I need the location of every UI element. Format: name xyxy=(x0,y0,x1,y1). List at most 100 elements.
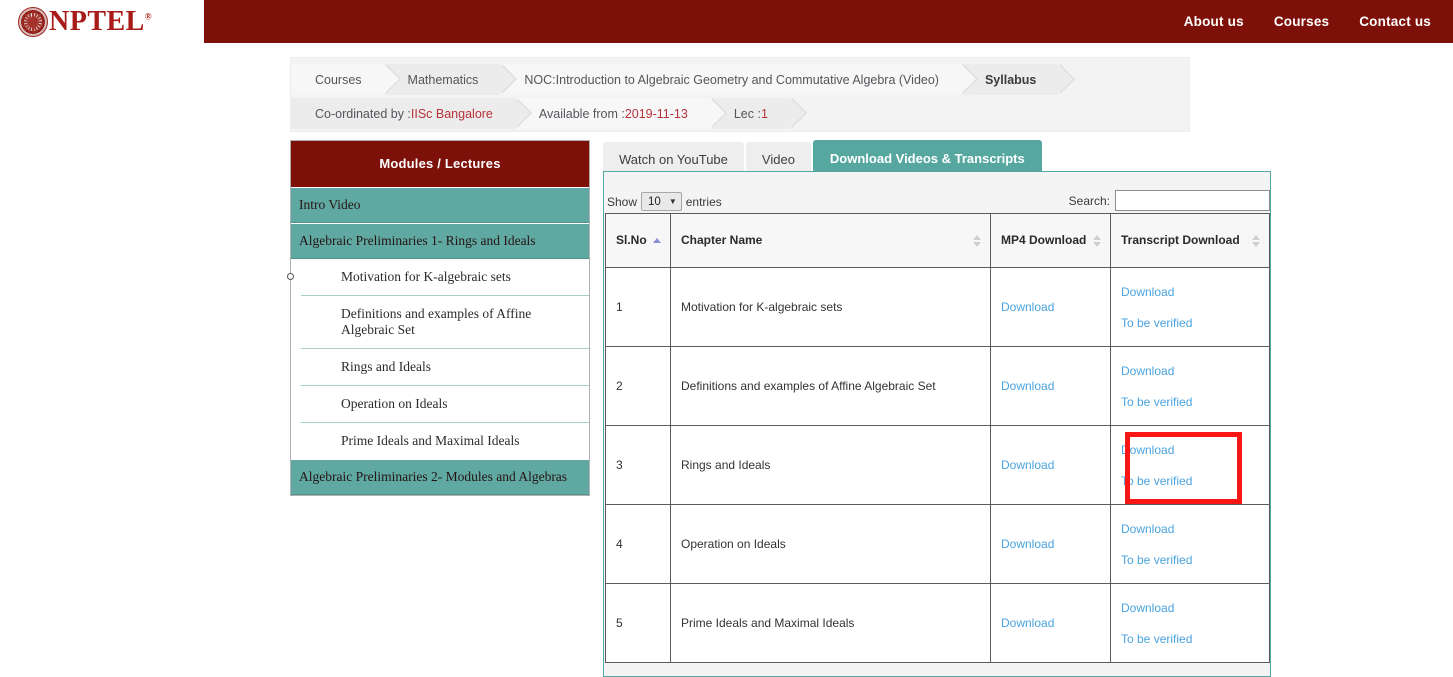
table-body: 1 Motivation for K-algebraic sets Downlo… xyxy=(605,267,1270,663)
logo-wordmark: NPTEL® xyxy=(49,5,153,37)
cell-transcript-download: Download To be verified xyxy=(1110,504,1270,584)
sidebar-lecture-motivation-for-k-algebraic-sets[interactable]: Motivation for K-algebraic sets xyxy=(287,259,589,296)
page-length-value: 10 xyxy=(648,195,661,208)
datatable-controls: Show 10 ▼ entries Search: xyxy=(604,172,1270,213)
sidebar-lecture-prime-ideals-maximal-ideals[interactable]: Prime Ideals and Maximal Ideals xyxy=(301,423,589,459)
sort-none-icon xyxy=(1252,234,1261,248)
sidebar-lecture-rings-and-ideals[interactable]: Rings and Ideals xyxy=(301,349,589,386)
sort-none-icon xyxy=(1093,234,1102,248)
breadcrumb-item-course-title[interactable]: NOC:Introduction to Algebraic Geometry a… xyxy=(500,64,978,95)
column-header-transcript-download-label: Transcript Download xyxy=(1121,233,1240,247)
nav-link-contact-us[interactable]: Contact us xyxy=(1359,14,1431,29)
transcript-download-link[interactable]: Download xyxy=(1121,443,1259,457)
downloads-panel: Show 10 ▼ entries Search: Sl.No Chapter … xyxy=(603,171,1271,677)
column-header-sl-no[interactable]: Sl.No xyxy=(605,213,671,268)
table-row: 1 Motivation for K-algebraic sets Downlo… xyxy=(605,267,1270,347)
sort-none-icon xyxy=(973,234,982,248)
coordinator-label: Co-ordinated by : xyxy=(315,106,411,121)
breadcrumb-item-mathematics[interactable]: Mathematics xyxy=(383,64,518,95)
cell-sl-no: 1 xyxy=(605,267,671,347)
transcript-download-link[interactable]: Download xyxy=(1121,601,1259,615)
show-label: Show xyxy=(607,194,638,209)
transcript-download-link[interactable]: Download xyxy=(1121,522,1259,536)
page-length-select[interactable]: 10 ▼ xyxy=(641,192,682,211)
breadcrumb-item-courses[interactable]: Courses xyxy=(291,64,401,95)
cell-sl-no: 4 xyxy=(605,504,671,584)
sort-ascending-icon xyxy=(653,234,662,248)
nav-link-about-us[interactable]: About us xyxy=(1184,14,1244,29)
table-header-row: Sl.No Chapter Name MP4 Download Transcri… xyxy=(605,213,1270,268)
entries-label: entries xyxy=(685,194,722,209)
transcript-status-link[interactable]: To be verified xyxy=(1121,553,1259,567)
table-row: 3 Rings and Ideals Download Download To … xyxy=(605,425,1270,505)
cell-chapter-name: Motivation for K-algebraic sets xyxy=(670,267,991,347)
page-length-control: Show 10 ▼ entries xyxy=(607,192,722,211)
column-header-sl-no-label: Sl.No xyxy=(616,233,647,247)
nptel-emblem-icon xyxy=(18,6,48,37)
available-from-label: Available from : xyxy=(538,106,625,121)
search-control: Search: xyxy=(1069,190,1270,211)
transcript-status-link[interactable]: To be verified xyxy=(1121,474,1259,488)
transcript-status-link[interactable]: To be verified xyxy=(1121,395,1259,409)
top-navigation: About us Courses Contact us xyxy=(1184,0,1431,43)
cell-sl-no: 3 xyxy=(605,425,671,505)
sidebar-lecture-definitions-affine-algebraic-set[interactable]: Definitions and examples of Affine Algeb… xyxy=(301,296,589,349)
transcript-download-link[interactable]: Download xyxy=(1121,285,1259,299)
breadcrumb: Courses Mathematics NOC:Introduction to … xyxy=(290,57,1190,132)
breadcrumb-item-coordinator: Co-ordinated by : IISc Bangalore xyxy=(291,98,532,129)
available-from-value: 2019-11-13 xyxy=(624,106,688,121)
site-header: NPTEL® About us Courses Contact us xyxy=(0,0,1453,43)
search-input[interactable] xyxy=(1115,190,1270,211)
mp4-download-link[interactable]: Download xyxy=(1001,616,1100,630)
sidebar-lecture-operation-on-ideals[interactable]: Operation on Ideals xyxy=(301,386,589,423)
sidebar-title: Modules / Lectures xyxy=(291,141,589,187)
modules-sidebar: Modules / Lectures Intro Video Algebraic… xyxy=(287,140,590,496)
downloads-table: Sl.No Chapter Name MP4 Download Transcri… xyxy=(605,213,1270,663)
column-header-chapter-name[interactable]: Chapter Name xyxy=(670,213,991,268)
cell-mp4-download: Download xyxy=(990,504,1111,584)
lecture-value: 1 xyxy=(760,106,768,121)
trademark-symbol: ® xyxy=(144,11,153,22)
lecture-label: Lec : xyxy=(733,106,761,121)
cell-chapter-name: Prime Ideals and Maximal Ideals xyxy=(670,583,991,663)
column-header-mp4-download-label: MP4 Download xyxy=(1001,233,1087,247)
breadcrumb-row-secondary: Co-ordinated by : IISc Bangalore Availab… xyxy=(291,98,807,129)
cell-transcript-download: Download To be verified xyxy=(1110,267,1270,347)
transcript-status-link[interactable]: To be verified xyxy=(1121,632,1259,646)
nav-link-courses[interactable]: Courses xyxy=(1274,14,1329,29)
table-row: 2 Definitions and examples of Affine Alg… xyxy=(605,346,1270,426)
cell-sl-no: 5 xyxy=(605,583,671,663)
breadcrumb-row-primary: Courses Mathematics NOC:Introduction to … xyxy=(291,64,1076,95)
cell-mp4-download: Download xyxy=(990,346,1111,426)
cell-mp4-download: Download xyxy=(990,583,1111,663)
column-header-transcript-download[interactable]: Transcript Download xyxy=(1110,213,1270,268)
chevron-down-icon: ▼ xyxy=(668,197,677,206)
sidebar-module-algebraic-preliminaries-1[interactable]: Algebraic Preliminaries 1- Rings and Ide… xyxy=(291,223,589,259)
coordinator-value: IISc Bangalore xyxy=(410,106,493,121)
mp4-download-link[interactable]: Download xyxy=(1001,379,1100,393)
breadcrumb-item-available-from: Available from : 2019-11-13 xyxy=(514,98,727,129)
cell-chapter-name: Operation on Ideals xyxy=(670,504,991,584)
cell-transcript-download-highlighted: Download To be verified xyxy=(1110,425,1270,505)
table-head: Sl.No Chapter Name MP4 Download Transcri… xyxy=(605,213,1270,268)
search-label: Search: xyxy=(1068,193,1110,208)
mp4-download-link[interactable]: Download xyxy=(1001,300,1100,314)
cell-mp4-download: Download xyxy=(990,267,1111,347)
sidebar-lecture-list: Motivation for K-algebraic sets Definiti… xyxy=(287,259,589,459)
mp4-download-link[interactable]: Download xyxy=(1001,537,1100,551)
cell-sl-no: 2 xyxy=(605,346,671,426)
sidebar-module-algebraic-preliminaries-2[interactable]: Algebraic Preliminaries 2- Modules and A… xyxy=(291,459,589,495)
cell-transcript-download: Download To be verified xyxy=(1110,346,1270,426)
transcript-status-link[interactable]: To be verified xyxy=(1121,316,1259,330)
cell-mp4-download: Download xyxy=(990,425,1111,505)
cell-transcript-download: Download To be verified xyxy=(1110,583,1270,663)
column-header-mp4-download[interactable]: MP4 Download xyxy=(990,213,1111,268)
table-row: 5 Prime Ideals and Maximal Ideals Downlo… xyxy=(605,583,1270,663)
column-header-chapter-name-label: Chapter Name xyxy=(681,233,763,247)
sidebar-module-intro-video[interactable]: Intro Video xyxy=(291,187,589,223)
transcript-download-link[interactable]: Download xyxy=(1121,364,1259,378)
cell-chapter-name: Rings and Ideals xyxy=(670,425,991,505)
nptel-logo[interactable]: NPTEL® xyxy=(0,0,204,43)
mp4-download-link[interactable]: Download xyxy=(1001,458,1100,472)
table-row: 4 Operation on Ideals Download Download … xyxy=(605,504,1270,584)
